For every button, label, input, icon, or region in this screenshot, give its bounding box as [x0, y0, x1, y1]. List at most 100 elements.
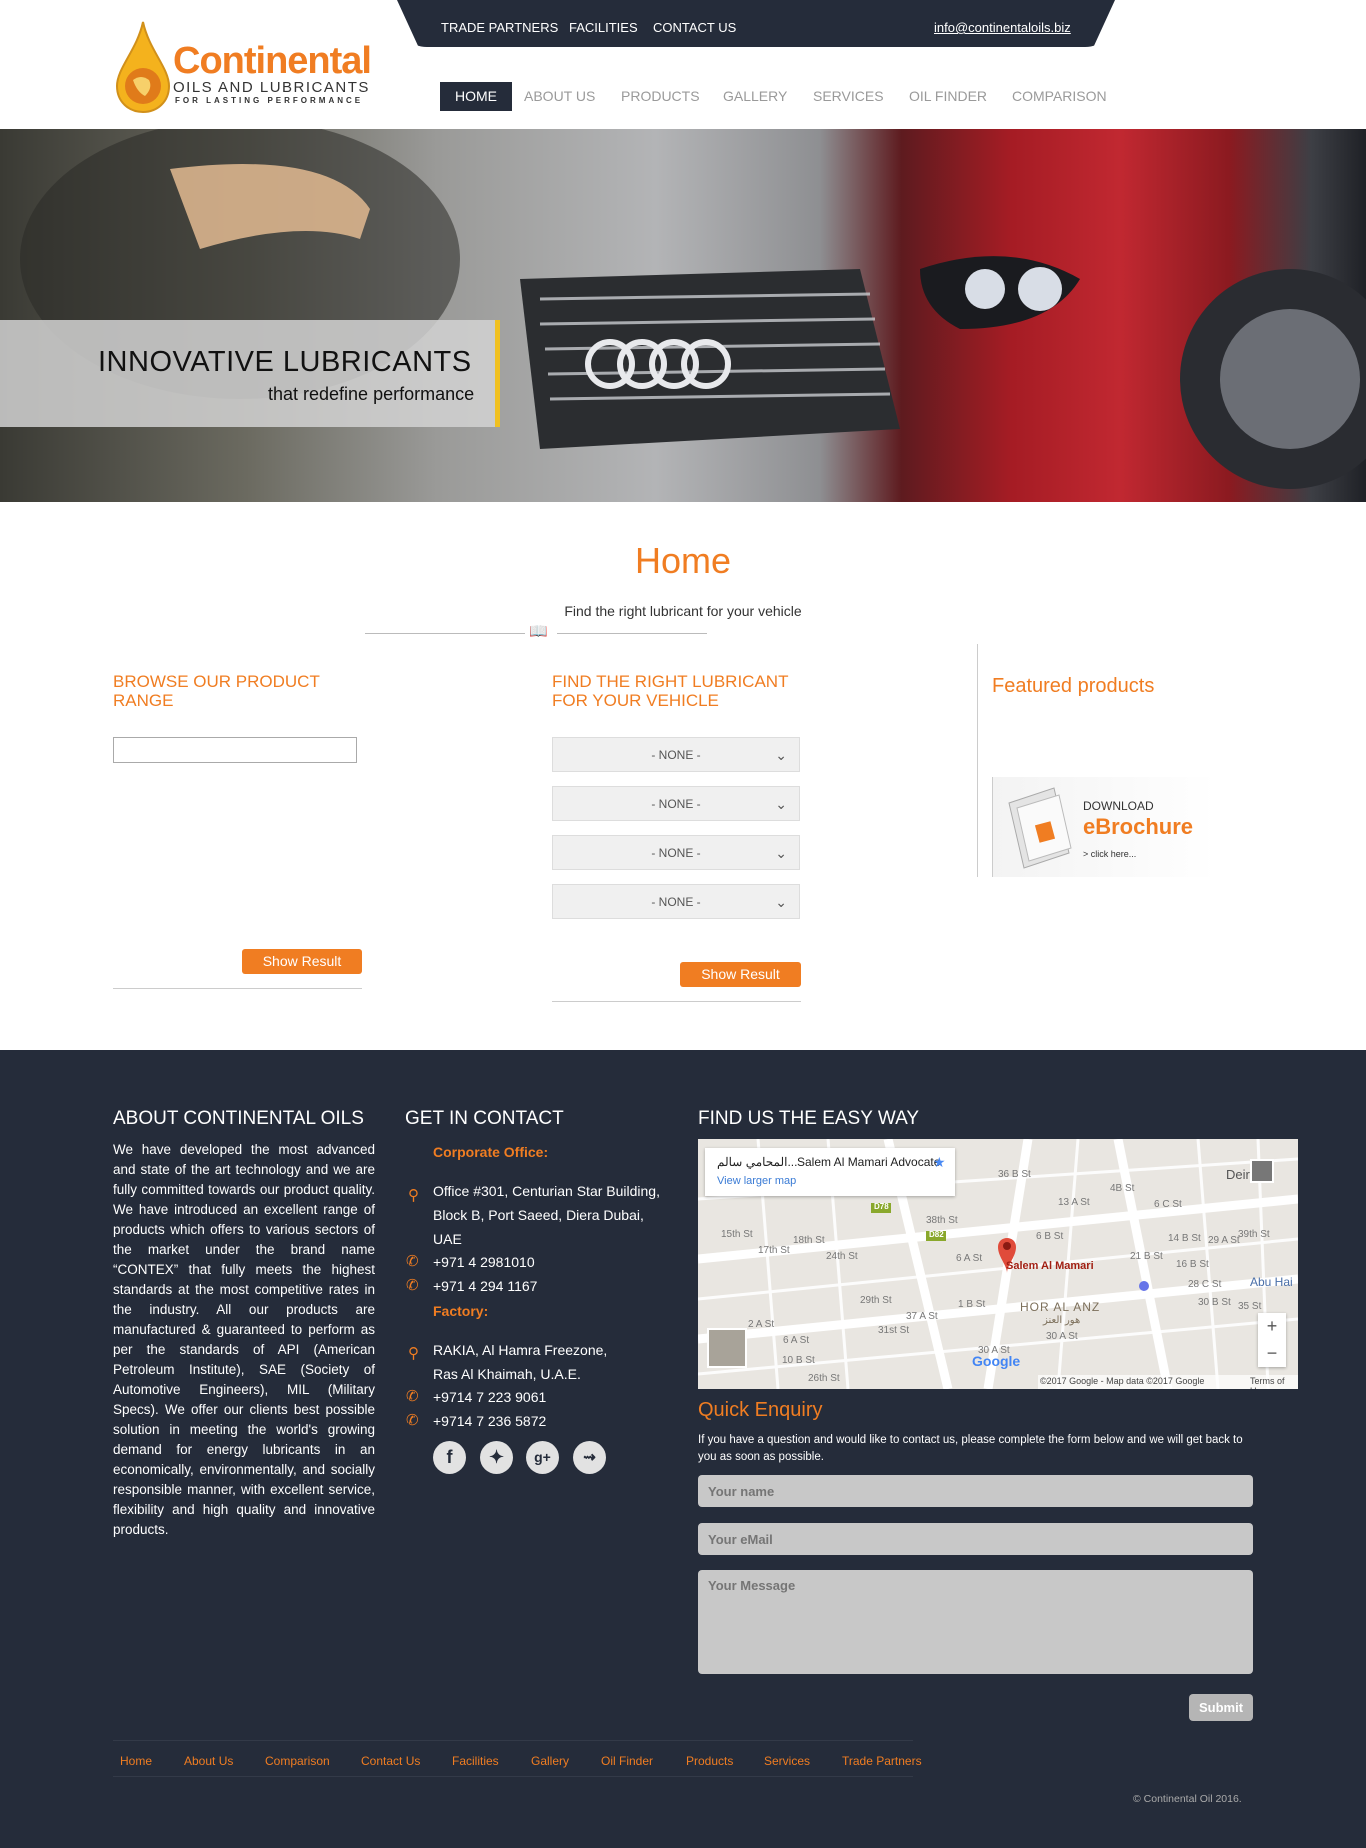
footer-link-facilities[interactable]: Facilities	[452, 1754, 499, 1768]
map-street: 30 A St	[1046, 1331, 1078, 1342]
select-value: - NONE -	[651, 895, 701, 909]
map-title: FIND US THE EASY WAY	[698, 1108, 920, 1129]
factory-label: Factory:	[433, 1303, 489, 1319]
about-text: We have developed the most advanced and …	[113, 1142, 375, 1537]
footer-link-products[interactable]: Products	[686, 1754, 733, 1768]
top-link-trade-partners[interactable]: TRADE PARTNERS	[441, 20, 558, 35]
nav-about-us[interactable]: ABOUT US	[509, 82, 610, 111]
nav-services[interactable]: SERVICES	[798, 82, 899, 111]
map-street: 24th St	[826, 1251, 858, 1262]
brochure-download: DOWNLOAD	[1083, 799, 1154, 813]
map-attribution: ©2017 Google - Map data ©2017 Google	[1040, 1376, 1205, 1386]
footer-link-contact-us[interactable]: Contact Us	[361, 1754, 420, 1768]
map-street: 37 A St	[906, 1311, 938, 1322]
nav-products[interactable]: PRODUCTS	[606, 82, 715, 111]
map-street: 6 C St	[1154, 1199, 1182, 1210]
oil-drop-icon	[115, 21, 171, 114]
map-street: 4B St	[1110, 1183, 1135, 1194]
map-place-ar: المحامي سالم...	[717, 1155, 798, 1169]
rss-icon[interactable]: ⇝	[573, 1441, 606, 1474]
star-icon[interactable]: ★	[933, 1154, 946, 1171]
map-pin-label: Salem Al Mamari	[1006, 1260, 1094, 1272]
road-label-d78: D78	[874, 1202, 889, 1211]
top-link-facilities[interactable]: FACILITIES	[569, 20, 638, 35]
map-district: HOR AL ANZ	[1020, 1300, 1101, 1314]
map-district-ar: هور العنز	[1043, 1315, 1081, 1326]
about-title: ABOUT CONTINENTAL OILS	[113, 1108, 364, 1129]
map-embed[interactable]: المحامي سالم... Salem Al Mamari Advocate…	[698, 1139, 1298, 1389]
view-larger-map-link[interactable]: View larger map	[717, 1175, 796, 1187]
map-street: 14 B St	[1168, 1233, 1201, 1244]
twitter-icon[interactable]: ✦	[480, 1441, 513, 1474]
map-street: 10 B St	[782, 1355, 815, 1366]
ebrochure-banner[interactable]: DOWNLOAD eBrochure > click here...	[992, 777, 1216, 877]
map-street: 29 A St	[1208, 1235, 1240, 1246]
brochure-icon	[1008, 787, 1072, 869]
map-street: 16 B St	[1176, 1259, 1209, 1270]
chevron-down-icon: ⌄	[775, 796, 787, 812]
top-link-contact-us[interactable]: CONTACT US	[653, 20, 736, 35]
nav-oil-finder[interactable]: OIL FINDER	[894, 82, 1002, 111]
map-terms-link[interactable]: Terms of Use	[1250, 1376, 1298, 1389]
email-input[interactable]	[698, 1523, 1253, 1555]
nav-home[interactable]: HOME	[440, 82, 512, 111]
browse-show-result-button[interactable]: Show Result	[242, 949, 362, 974]
corporate-phone-1[interactable]: +971 4 2981010	[433, 1252, 535, 1272]
email-link[interactable]: info@continentaloils.biz	[934, 20, 1071, 35]
message-textarea[interactable]	[698, 1570, 1253, 1674]
hero-title: INNOVATIVE LUBRICANTS	[98, 346, 472, 378]
footer-link-oil-finder[interactable]: Oil Finder	[601, 1754, 653, 1768]
map-place-name: Salem Al Mamari Advocate	[797, 1155, 941, 1169]
zoom-out-button[interactable]: −	[1258, 1340, 1286, 1367]
phone-icon: ✆	[406, 1277, 419, 1294]
hero-car-image	[20, 129, 1366, 489]
corporate-phone-2[interactable]: +971 4 294 1167	[433, 1276, 537, 1296]
hero-subtitle: that redefine performance	[268, 384, 475, 404]
corporate-address: Office #301, Centurian Star Building, Bl…	[433, 1183, 660, 1247]
product-search-input[interactable]	[113, 737, 357, 763]
page-title: Home	[634, 540, 732, 581]
enquiry-title: Quick Enquiry	[698, 1399, 823, 1421]
footer-link-gallery[interactable]: Gallery	[531, 1754, 569, 1768]
map-zoom-control: + −	[1258, 1313, 1286, 1367]
map-street: 2 A St	[748, 1319, 775, 1330]
map-street: 15th St	[721, 1229, 753, 1240]
map-street: 18th St	[793, 1235, 825, 1246]
chevron-down-icon: ⌄	[775, 894, 787, 910]
map-label-abu-hail: Abu Hai	[1250, 1275, 1293, 1289]
factory-phone-1[interactable]: +9714 7 223 9061	[433, 1387, 546, 1407]
footer-link-home[interactable]: Home	[120, 1754, 152, 1768]
footer-link-services[interactable]: Services	[764, 1754, 810, 1768]
vehicle-select-2[interactable]: - NONE - ⌄	[552, 786, 800, 821]
footer-link-trade-partners[interactable]: Trade Partners	[842, 1754, 922, 1768]
finder-title: FIND THE RIGHT LUBRICANT FOR YOUR VEHICL…	[552, 672, 789, 710]
logo-sub: OILS AND LUBRICANTS	[173, 79, 370, 96]
nav-gallery[interactable]: GALLERY	[708, 82, 802, 111]
name-input[interactable]	[698, 1475, 1253, 1507]
logo-name: Continental	[173, 40, 372, 82]
facebook-icon[interactable]: f	[433, 1441, 466, 1474]
copyright: © Continental Oil 2016.	[1133, 1793, 1242, 1805]
road-label-d82: D82	[929, 1230, 944, 1239]
map-street: 35 St	[1238, 1301, 1262, 1312]
factory-phone-2[interactable]: +9714 7 236 5872	[433, 1411, 546, 1431]
brochure-title: eBrochure	[1083, 814, 1194, 839]
nav-comparison[interactable]: COMPARISON	[997, 82, 1122, 111]
map-street: 26th St	[808, 1373, 840, 1384]
vehicle-select-1[interactable]: - NONE - ⌄	[552, 737, 800, 772]
page-subtitle: Find the right lubricant for your vehicl…	[564, 603, 802, 619]
chevron-down-icon: ⌄	[775, 845, 787, 861]
vehicle-select-3[interactable]: - NONE - ⌄	[552, 835, 800, 870]
submit-button[interactable]: Submit	[1189, 1694, 1253, 1721]
zoom-in-button[interactable]: +	[1258, 1313, 1286, 1340]
footer-link-comparison[interactable]: Comparison	[265, 1754, 330, 1768]
vehicle-select-4[interactable]: - NONE - ⌄	[552, 884, 800, 919]
map-street: 38th St	[926, 1215, 958, 1226]
google-plus-icon[interactable]: g+	[526, 1441, 559, 1474]
map-street: 6 A St	[783, 1335, 810, 1346]
logo[interactable]: Continental OILS AND LUBRICANTS FOR LAST…	[113, 20, 393, 115]
finder-show-result-button[interactable]: Show Result	[680, 962, 801, 987]
phone-icon: ✆	[406, 1388, 419, 1405]
footer-link-about-us[interactable]: About Us	[184, 1754, 233, 1768]
map-street: 39th St	[1238, 1229, 1270, 1240]
